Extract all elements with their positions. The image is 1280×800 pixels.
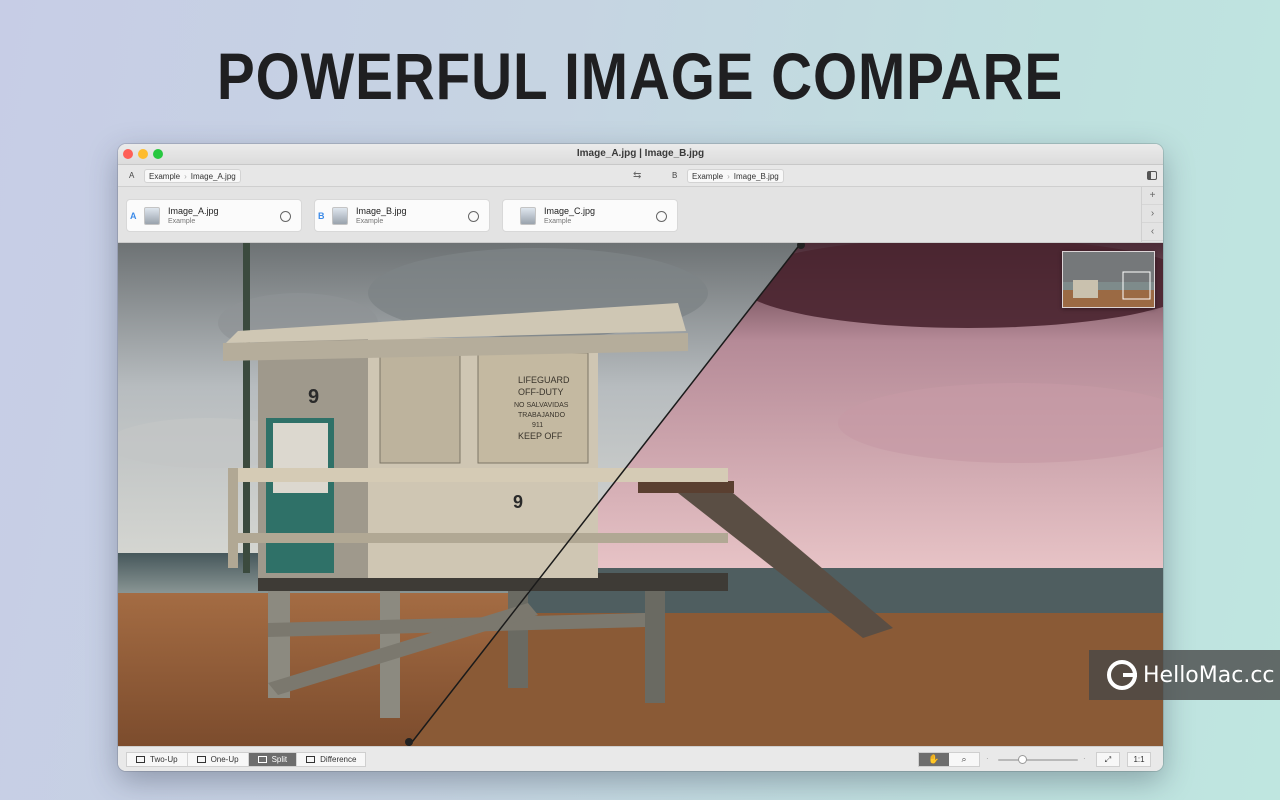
- add-image-button[interactable]: +: [1142, 187, 1163, 205]
- slot-b-label: B: [672, 171, 678, 180]
- actual-size-button[interactable]: 1:1: [1127, 752, 1151, 767]
- app-window: Image_A.jpg | Image_B.jpg A Example › Im…: [118, 144, 1163, 771]
- path-folder-a[interactable]: Example: [149, 172, 180, 181]
- difference-icon: [306, 756, 316, 763]
- path-file-b[interactable]: Image_B.jpg: [734, 172, 779, 181]
- sign-line-2: OFF-DUTY: [518, 387, 564, 397]
- mode-split-button[interactable]: Split: [248, 753, 298, 766]
- zoom-in-icon[interactable]: ·: [1083, 754, 1086, 763]
- zoom-slider[interactable]: [998, 755, 1078, 764]
- slot-badge: A: [130, 211, 137, 221]
- zoom-tool-icon[interactable]: ⌕: [949, 753, 979, 766]
- hand-tool-icon[interactable]: ✋: [919, 753, 949, 766]
- sign-line-6: KEEP OFF: [518, 431, 563, 441]
- path-separator-icon: ›: [727, 171, 730, 181]
- mode-label: Two-Up: [150, 755, 178, 764]
- split-image-canvas[interactable]: 9 9 LIFEGUARD OFF-DUTY NO SALVAVIDAS TRA…: [118, 243, 1163, 746]
- mode-difference-button[interactable]: Difference: [297, 753, 365, 766]
- image-card[interactable]: A Image_A.jpg Example: [126, 199, 302, 232]
- one-up-icon: [196, 756, 206, 763]
- image-name: Image_B.jpg: [356, 206, 407, 216]
- watermark: HelloMac.cc: [1089, 650, 1280, 700]
- image-thumbnail: [332, 207, 348, 225]
- path-control-a[interactable]: Example › Image_A.jpg: [144, 169, 241, 183]
- sign-line-3: NO SALVAVIDAS: [514, 402, 569, 409]
- image-list: A Image_A.jpg Example B Image_B.jpg Exam…: [118, 187, 1163, 243]
- watermark-logo-icon: [1107, 660, 1137, 690]
- fit-to-window-icon[interactable]: ⤢: [1096, 752, 1120, 767]
- watermark-text: HelloMac.cc: [1143, 662, 1275, 688]
- mode-one-up-button[interactable]: One-Up: [188, 753, 249, 766]
- split-handle-bottom[interactable]: [405, 738, 413, 746]
- image-folder: Example: [544, 218, 572, 225]
- image-list-controls: + › ‹: [1141, 187, 1163, 243]
- mode-label: Difference: [320, 755, 357, 764]
- sign-line-5: 911: [532, 422, 543, 429]
- path-control-b[interactable]: Example › Image_B.jpg: [687, 169, 784, 183]
- mode-label: Split: [271, 755, 288, 764]
- select-radio[interactable]: [280, 211, 291, 222]
- path-bar: A Example › Image_A.jpg ⇆ B Example › Im…: [118, 165, 1163, 187]
- image-name: Image_C.jpg: [544, 206, 596, 216]
- compare-mode-control: Two-Up One-Up Split Difference: [126, 752, 367, 767]
- headline: POWERFUL IMAGE COMPARE: [216, 39, 1064, 113]
- image-thumbnail: [520, 207, 536, 225]
- navigator-minimap[interactable]: [1062, 251, 1155, 308]
- zoom-out-icon[interactable]: ·: [986, 754, 989, 763]
- image-card[interactable]: B Image_B.jpg Example: [314, 199, 490, 232]
- title-bar: Image_A.jpg | Image_B.jpg: [118, 144, 1163, 165]
- swap-icon[interactable]: ⇆: [633, 170, 641, 181]
- compare-viewer[interactable]: 9 9 LIFEGUARD OFF-DUTY NO SALVAVIDAS TRA…: [118, 243, 1163, 746]
- image-folder: Example: [356, 218, 384, 225]
- next-image-button[interactable]: ›: [1142, 205, 1163, 223]
- image-thumbnail: [144, 207, 160, 225]
- path-separator-icon: ›: [184, 171, 187, 181]
- select-radio[interactable]: [468, 211, 479, 222]
- path-file-a[interactable]: Image_A.jpg: [191, 172, 236, 181]
- prev-image-button[interactable]: ‹: [1142, 223, 1163, 241]
- two-up-icon: [136, 756, 145, 763]
- zoom-slider-knob[interactable]: [1018, 755, 1027, 764]
- bottom-toolbar: Two-Up One-Up Split Difference ✋ ⌕ · · ⤢: [118, 746, 1163, 771]
- slot-badge: B: [318, 211, 325, 221]
- image-card[interactable]: Image_C.jpg Example: [502, 199, 678, 232]
- split-icon: [257, 756, 267, 763]
- sign-line-4: TRABAJANDO: [518, 412, 566, 419]
- mode-label: One-Up: [210, 755, 239, 764]
- path-folder-b[interactable]: Example: [692, 172, 723, 181]
- tool-control: ✋ ⌕: [918, 752, 980, 767]
- image-name: Image_A.jpg: [168, 206, 219, 216]
- sidebar-toggle-icon[interactable]: [1147, 171, 1157, 180]
- tower-number: 9: [308, 386, 319, 408]
- select-radio[interactable]: [656, 211, 667, 222]
- slot-a-label: A: [129, 171, 135, 180]
- tower-number-lower: 9: [513, 492, 523, 512]
- sign-line-1: LIFEGUARD: [518, 375, 570, 385]
- image-folder: Example: [168, 218, 196, 225]
- mode-two-up-button[interactable]: Two-Up: [127, 753, 188, 766]
- window-title: Image_A.jpg | Image_B.jpg: [576, 148, 705, 159]
